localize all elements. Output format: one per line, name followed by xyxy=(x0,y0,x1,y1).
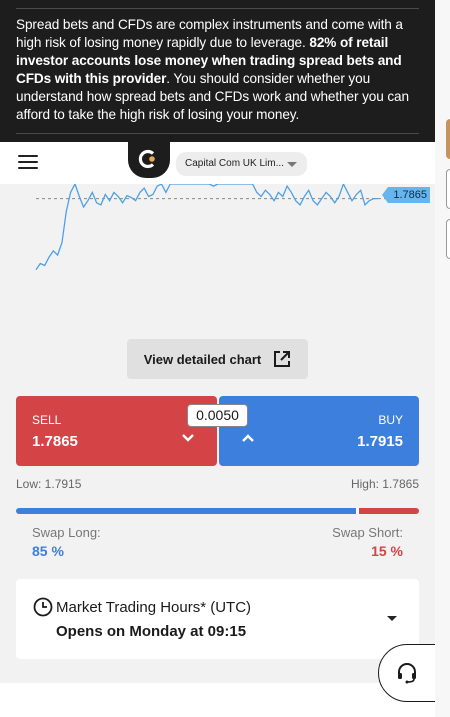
buy-label: BUY xyxy=(378,413,403,427)
buy-price: 1.7915 xyxy=(357,433,403,450)
footer-strip xyxy=(0,683,435,717)
trading-hours-title: Market Trading Hours* (UTC) xyxy=(56,599,252,616)
price-series-line xyxy=(35,184,378,271)
buy-button[interactable]: BUY 1.7915 xyxy=(219,396,419,466)
support-chat-button[interactable] xyxy=(378,644,436,702)
caret-down-icon[interactable] xyxy=(387,616,397,621)
swap-short-label: Swap Short: xyxy=(332,525,403,540)
trading-hours-card[interactable]: Market Trading Hours* (UTC) Opens on Mon… xyxy=(16,579,419,659)
divider xyxy=(16,8,419,9)
side-tab[interactable] xyxy=(446,119,450,159)
low-price: Low: 1.7915 xyxy=(16,477,82,491)
divider xyxy=(16,133,419,134)
side-rail xyxy=(435,0,450,717)
header: Capital Com UK Lim... xyxy=(0,140,435,184)
chevron-down-icon xyxy=(182,434,194,442)
side-tab[interactable] xyxy=(446,169,450,209)
risk-warning-text: Spread bets and CFDs are complex instrum… xyxy=(16,17,409,122)
entity-select-value: Capital Com UK Lim... xyxy=(185,158,284,169)
capital-com-logo[interactable] xyxy=(128,140,170,178)
high-price: High: 1.7865 xyxy=(350,477,419,491)
swap-short-value: 15 % xyxy=(371,543,403,559)
view-detailed-chart-button[interactable]: View detailed chart xyxy=(127,339,308,379)
caret-down-icon xyxy=(287,162,297,167)
sentiment-short-segment xyxy=(359,508,419,514)
hamburger-icon[interactable] xyxy=(18,155,38,171)
clock-icon xyxy=(33,597,53,617)
trading-hours-opens: Opens on Monday at 09:15 xyxy=(56,623,247,640)
headset-icon xyxy=(398,663,416,684)
external-link-icon xyxy=(274,351,291,367)
sell-label: SELL xyxy=(32,413,62,427)
view-detailed-chart-label: View detailed chart xyxy=(143,351,262,367)
chevron-up-icon xyxy=(242,434,254,442)
sell-price: 1.7865 xyxy=(32,433,78,450)
sentiment-bar xyxy=(16,508,419,514)
risk-warning-banner: Spread bets and CFDs are complex instrum… xyxy=(0,0,435,142)
swap-long-value: 85 % xyxy=(32,543,64,559)
entity-select[interactable]: Capital Com UK Lim... xyxy=(176,152,307,176)
current-price-tag: 1.7865 xyxy=(382,187,430,203)
side-tab[interactable] xyxy=(446,219,450,259)
swap-long-label: Swap Long: xyxy=(32,525,101,540)
spread-badge: 0.0050 xyxy=(187,404,248,427)
sentiment-long-segment xyxy=(16,508,356,514)
price-chart-svg xyxy=(35,184,386,271)
